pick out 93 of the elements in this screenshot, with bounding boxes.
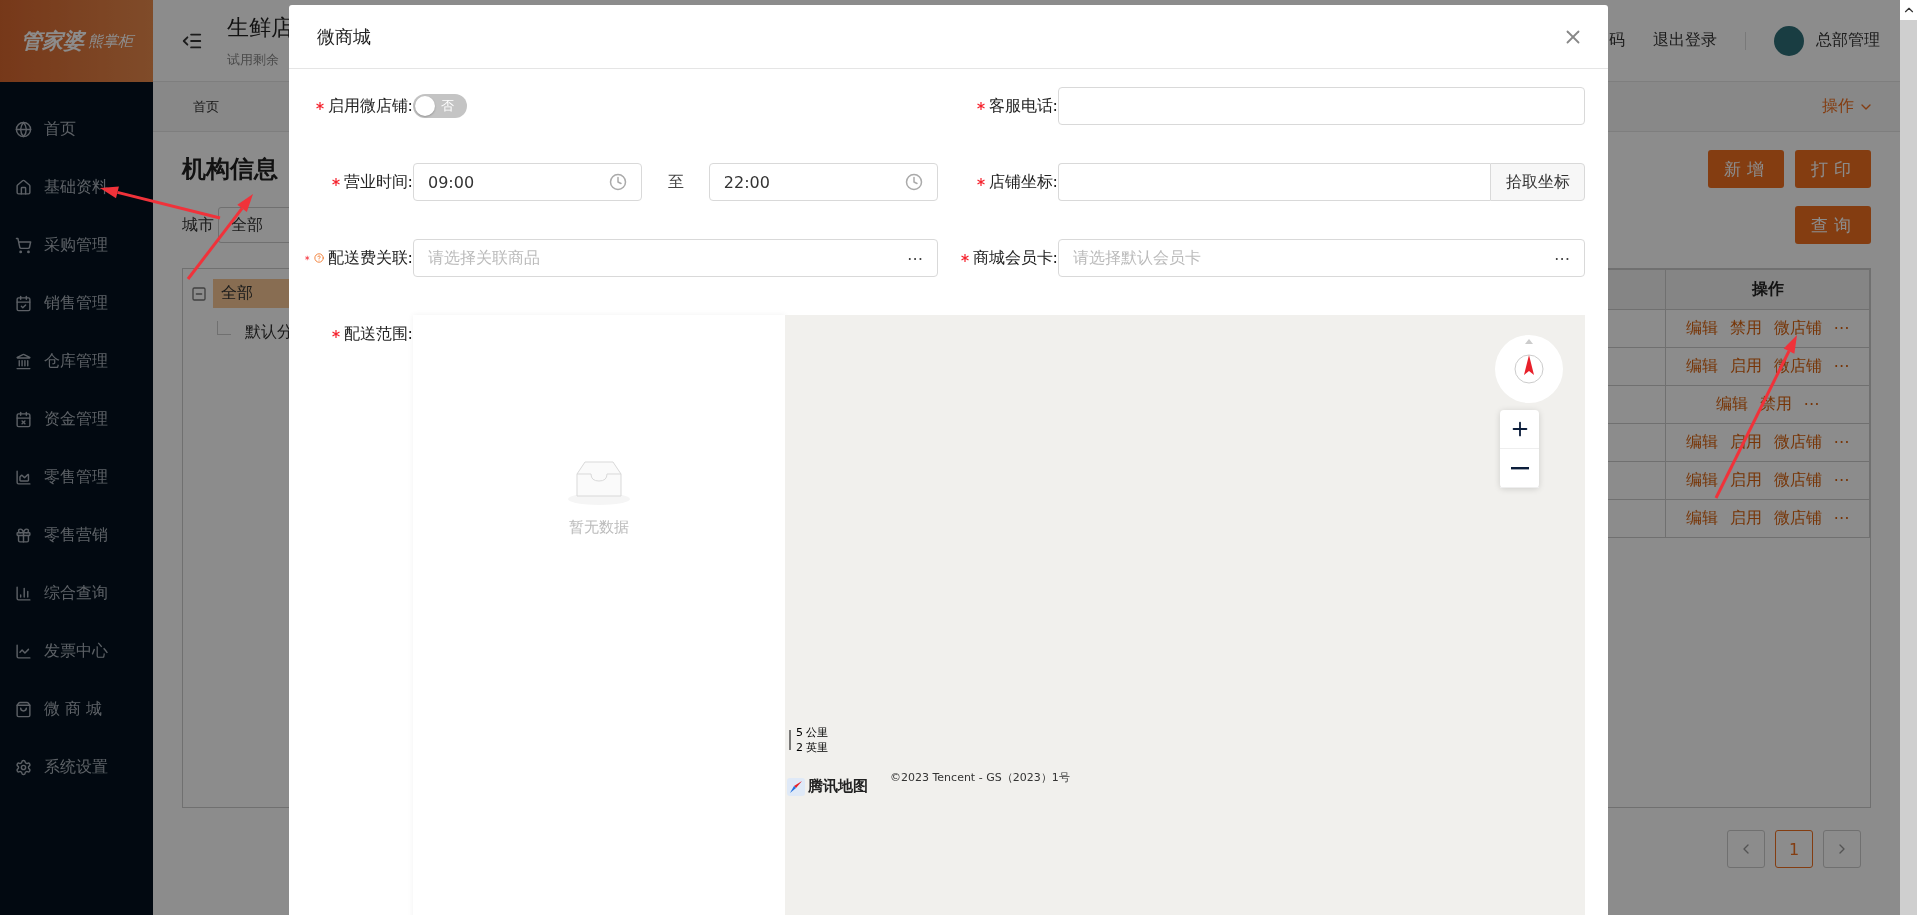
sidebar-item[interactable]: 首页 <box>0 100 153 158</box>
row-action-link[interactable]: ⋯ <box>1833 470 1850 489</box>
more-indicator[interactable]: ⋯ <box>907 248 923 268</box>
picker-field[interactable]: 请选择默认会员卡 ⋯ <box>1058 239 1585 277</box>
sidebar-item[interactable]: 零售营销 <box>0 506 153 564</box>
time-field[interactable]: 22:00 <box>708 163 938 201</box>
collapse-icon[interactable] <box>191 285 207 302</box>
sidebar-item[interactable]: 系统设置 <box>0 738 153 796</box>
tab[interactable]: 首页 <box>175 97 237 116</box>
sidebar-item[interactable]: 微 商 城 <box>0 680 153 738</box>
row-action-link[interactable]: ⋯ <box>1833 432 1850 451</box>
settings-icon <box>15 758 32 776</box>
filter-label: 城市 <box>182 214 214 236</box>
compass-icon[interactable] <box>1493 333 1565 405</box>
map[interactable]: 5 公里 2 英里 腾讯地图 ©2023 Tencent - GS（2023）1号 <box>785 315 1585 915</box>
calendar-icon <box>15 410 32 428</box>
minus-icon <box>1510 466 1529 470</box>
row-action-link[interactable]: 微店铺 <box>1773 470 1822 489</box>
field-label: 配送费关联: <box>327 247 413 269</box>
row-action-link[interactable]: 启用 <box>1729 356 1762 375</box>
avatar[interactable] <box>1774 25 1804 56</box>
copyright-text: ©2023 Tencent - GS（2023）1号 <box>890 770 1070 785</box>
scale-label: 2 英里 <box>796 740 829 755</box>
query-button[interactable]: 查询 <box>1795 206 1871 244</box>
dialog-title: 微商城 <box>317 24 371 49</box>
row-action-link[interactable]: 微店铺 <box>1773 508 1822 527</box>
sidebar-item[interactable]: 采购管理 <box>0 216 153 274</box>
logo: 管家婆 熊掌柜 <box>0 0 153 82</box>
header-link[interactable]: 退出登录 <box>1653 30 1717 51</box>
sidebar-item[interactable]: 发票中心 <box>0 622 153 680</box>
clock-icon <box>905 173 923 191</box>
cart-icon <box>15 236 32 254</box>
field-label: 营业时间: <box>343 171 413 193</box>
field-label: 配送范围: <box>343 323 413 345</box>
actions-menu[interactable]: 操作 <box>1822 96 1874 117</box>
line-chart-icon <box>15 642 32 660</box>
row-action-link[interactable]: ⋯ <box>1833 356 1850 375</box>
row-action-link[interactable]: 微店铺 <box>1773 318 1822 337</box>
sidebar-item[interactable]: 销售管理 <box>0 274 153 332</box>
user-name[interactable]: 总部管理 <box>1816 30 1880 51</box>
row-action-link[interactable]: 启用 <box>1729 470 1762 489</box>
previous-page-button[interactable] <box>1727 830 1765 868</box>
empty-inbox-icon <box>567 460 631 506</box>
map-logo-icon <box>787 777 805 796</box>
globe-icon <box>15 120 32 138</box>
scrollbar[interactable] <box>1900 0 1917 915</box>
header-link[interactable]: 码 <box>1609 30 1625 51</box>
row-action-link[interactable]: ⋯ <box>1833 508 1850 527</box>
row-action-link[interactable]: ⋯ <box>1803 394 1820 413</box>
range-separator: 至 <box>666 171 685 193</box>
sidebar-item[interactable]: 零售管理 <box>0 448 153 506</box>
row-action-link[interactable]: 编辑 <box>1685 432 1718 451</box>
action-button[interactable]: 新增 <box>1708 150 1784 188</box>
area-chart-icon <box>15 468 32 486</box>
sidebar-item[interactable]: 仓库管理 <box>0 332 153 390</box>
field-label: 启用微店铺: <box>327 95 413 117</box>
row-action-link[interactable]: ⋯ <box>1833 318 1850 337</box>
row-action-link[interactable]: 编辑 <box>1685 356 1718 375</box>
more-indicator[interactable]: ⋯ <box>1554 248 1570 268</box>
row-action-link[interactable]: 编辑 <box>1685 318 1718 337</box>
house-icon <box>15 178 32 196</box>
page-title: 机构信息 <box>182 154 278 185</box>
page-button[interactable]: 1 <box>1775 830 1813 868</box>
trial-text: 试用剩余 <box>227 50 280 69</box>
column-header: 操作 <box>1665 269 1870 310</box>
gift-icon <box>15 526 32 544</box>
row-action-link[interactable]: 微店铺 <box>1773 432 1822 451</box>
sidebar-item[interactable]: 资金管理 <box>0 390 153 448</box>
time-field[interactable]: 09:00 <box>413 163 643 201</box>
scale-bar-icon <box>789 730 792 750</box>
bank-icon <box>15 352 32 370</box>
map-brand: 腾讯地图 <box>808 777 868 796</box>
next-page-button[interactable] <box>1823 830 1861 868</box>
pick-coordinates-button[interactable]: 拾取坐标 <box>1490 163 1585 201</box>
field-label: 商城会员卡: <box>972 247 1058 269</box>
scale-label: 5 公里 <box>796 725 829 740</box>
bag-icon <box>15 700 32 718</box>
input-field[interactable] <box>1058 163 1490 201</box>
clock-icon <box>609 173 628 191</box>
sidebar-item[interactable]: 综合查询 <box>0 564 153 622</box>
empty-text: 暂无数据 <box>569 518 629 537</box>
row-action-link[interactable]: 启用 <box>1729 508 1762 527</box>
bar-chart-icon <box>15 584 32 602</box>
picker-field[interactable]: 请选择关联商品 ⋯ <box>413 239 938 277</box>
row-action-link[interactable]: 禁用 <box>1729 318 1762 337</box>
row-action-link[interactable]: 编辑 <box>1685 470 1718 489</box>
row-action-link[interactable]: 编辑 <box>1715 394 1748 413</box>
action-button[interactable]: 打印 <box>1795 150 1871 188</box>
input-field[interactable] <box>1058 87 1585 125</box>
field-label: 客服电话: <box>988 95 1058 117</box>
calendar-icon <box>15 294 32 312</box>
field-label: 店铺坐标: <box>988 171 1058 193</box>
row-action-link[interactable]: 编辑 <box>1685 508 1718 527</box>
